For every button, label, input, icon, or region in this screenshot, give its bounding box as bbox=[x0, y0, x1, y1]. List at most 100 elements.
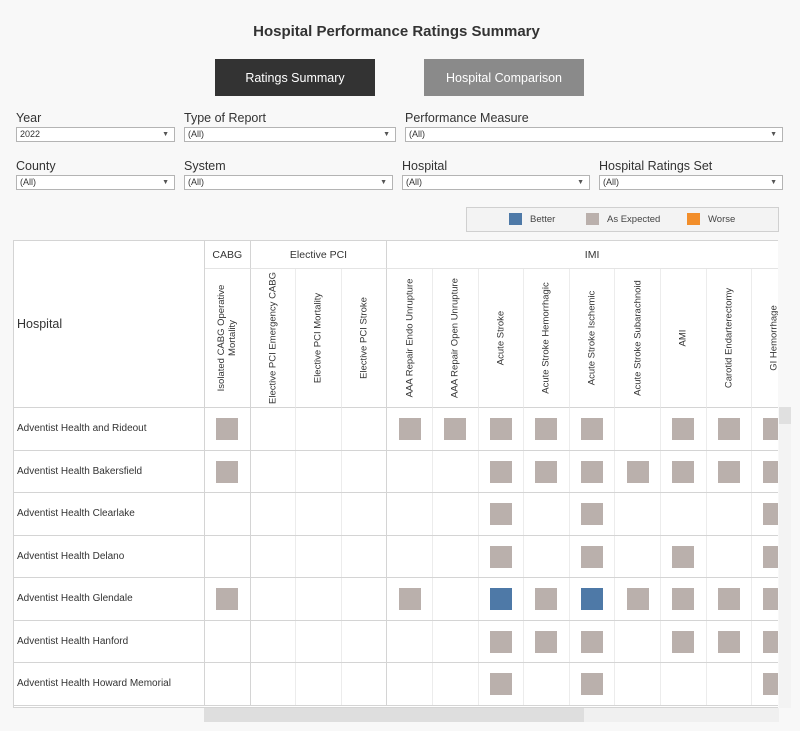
rating-cell bbox=[615, 620, 661, 662]
rating-cell bbox=[661, 578, 707, 620]
rating-mark-as-expected[interactable] bbox=[535, 418, 558, 440]
rating-cell bbox=[524, 450, 570, 492]
rating-cell bbox=[387, 578, 433, 620]
rating-mark-as-expected[interactable] bbox=[489, 545, 512, 568]
rating-cell bbox=[524, 408, 570, 450]
rating-mark-as-expected[interactable] bbox=[581, 630, 604, 653]
column-header-ami[interactable]: AMI bbox=[661, 269, 707, 408]
rating-mark-as-expected[interactable] bbox=[763, 630, 778, 653]
rating-mark-as-expected[interactable] bbox=[581, 460, 604, 483]
rating-mark-as-expected[interactable] bbox=[581, 503, 604, 525]
rating-mark-as-expected[interactable] bbox=[717, 630, 740, 653]
column-header-elective-pci-mortality[interactable]: Elective PCI Mortality bbox=[296, 269, 342, 408]
year-filter: Year 2022 ▼ bbox=[16, 111, 175, 142]
column-header-acute-stroke-hemorrhagic[interactable]: Acute Stroke Hemorrhagic bbox=[524, 269, 570, 408]
rating-cell bbox=[387, 493, 433, 535]
column-header-aaa-repair-open-unrupture[interactable]: AAA Repair Open Unrupture bbox=[433, 269, 479, 408]
column-header-acute-stroke-subarachnoid[interactable]: Acute Stroke Subarachnoid bbox=[615, 269, 661, 408]
vertical-scroll-thumb[interactable] bbox=[779, 407, 791, 424]
rating-mark-as-expected[interactable] bbox=[763, 503, 778, 525]
rating-cell bbox=[342, 535, 388, 577]
rating-mark-as-expected[interactable] bbox=[216, 418, 239, 440]
tab-hospital-comparison[interactable]: Hospital Comparison bbox=[424, 59, 584, 96]
rating-cell bbox=[570, 450, 616, 492]
hospital-select[interactable]: (All) ▼ bbox=[402, 175, 590, 190]
legend-item-as-expected[interactable]: As Expected bbox=[586, 213, 660, 225]
column-header-elective-pci-emergency-cabg[interactable]: Elective PCI Emergency CABG bbox=[250, 269, 297, 408]
hospital-name[interactable]: Adventist Health Glendale bbox=[14, 578, 205, 620]
legend-item-worse[interactable]: Worse bbox=[687, 213, 735, 225]
rating-mark-as-expected[interactable] bbox=[672, 418, 695, 440]
year-select[interactable]: 2022 ▼ bbox=[16, 127, 175, 142]
rating-mark-as-expected[interactable] bbox=[489, 460, 512, 483]
rating-mark-as-expected[interactable] bbox=[489, 630, 512, 653]
rating-mark-as-expected[interactable] bbox=[489, 418, 512, 440]
rating-mark-as-expected[interactable] bbox=[398, 418, 421, 440]
rating-cell bbox=[387, 408, 433, 450]
legend-item-better[interactable]: Better bbox=[509, 213, 555, 225]
rating-mark-as-expected[interactable] bbox=[444, 418, 467, 440]
rating-mark-as-expected[interactable] bbox=[717, 418, 740, 440]
rating-mark-as-expected[interactable] bbox=[581, 673, 604, 695]
rating-cell bbox=[661, 620, 707, 662]
rating-mark-as-expected[interactable] bbox=[489, 673, 512, 695]
hospital-name[interactable]: Adventist Health Howard Memorial bbox=[14, 663, 205, 705]
rating-mark-better[interactable] bbox=[489, 588, 512, 610]
column-header-aaa-repair-endo-unrupture[interactable]: AAA Repair Endo Unrupture bbox=[387, 269, 433, 408]
horizontal-scrollbar[interactable] bbox=[204, 708, 779, 722]
rating-mark-as-expected[interactable] bbox=[489, 503, 512, 525]
hospital-name[interactable]: Adventist Health Bakersfield bbox=[14, 450, 205, 492]
column-header-label: GI Hemorrhage bbox=[768, 305, 778, 371]
column-header-elective-pci-stroke[interactable]: Elective PCI Stroke bbox=[341, 269, 388, 408]
rating-mark-as-expected[interactable] bbox=[535, 588, 558, 610]
column-header-gi-hemorrhage[interactable]: GI Hemorrhage bbox=[752, 269, 778, 408]
rating-cell bbox=[342, 408, 388, 450]
rating-mark-as-expected[interactable] bbox=[398, 588, 421, 610]
rating-mark-as-expected[interactable] bbox=[763, 673, 778, 695]
rating-cell bbox=[707, 408, 753, 450]
tab-ratings-summary[interactable]: Ratings Summary bbox=[215, 59, 375, 96]
column-header-label: Acute Stroke bbox=[495, 310, 507, 366]
rating-mark-as-expected[interactable] bbox=[763, 545, 778, 568]
hospital-ratings-set-select[interactable]: (All) ▼ bbox=[599, 175, 783, 190]
rating-mark-better[interactable] bbox=[581, 588, 604, 610]
rating-mark-as-expected[interactable] bbox=[626, 460, 649, 483]
rating-mark-as-expected[interactable] bbox=[672, 460, 695, 483]
rating-mark-as-expected[interactable] bbox=[216, 460, 239, 483]
rating-cell bbox=[387, 663, 433, 705]
county-select[interactable]: (All) ▼ bbox=[16, 175, 175, 190]
horizontal-scroll-thumb[interactable] bbox=[204, 708, 584, 722]
rating-mark-as-expected[interactable] bbox=[672, 588, 695, 610]
type-of-report-select[interactable]: (All) ▼ bbox=[184, 127, 396, 142]
column-header-acute-stroke-ischemic[interactable]: Acute Stroke Ischemic bbox=[569, 269, 616, 408]
rating-mark-as-expected[interactable] bbox=[216, 588, 239, 610]
system-select[interactable]: (All) ▼ bbox=[184, 175, 393, 190]
rating-mark-as-expected[interactable] bbox=[535, 630, 558, 653]
rating-cell bbox=[707, 450, 753, 492]
rating-cell bbox=[524, 620, 570, 662]
rating-cell bbox=[524, 493, 570, 535]
rating-mark-as-expected[interactable] bbox=[763, 460, 778, 483]
rating-mark-as-expected[interactable] bbox=[581, 545, 604, 568]
rating-mark-as-expected[interactable] bbox=[672, 545, 695, 568]
performance-measure-select[interactable]: (All) ▼ bbox=[405, 127, 783, 142]
hospital-name[interactable]: Adventist Health Clearlake bbox=[14, 493, 205, 535]
chevron-down-icon: ▼ bbox=[162, 131, 169, 138]
hospital-name[interactable]: Adventist Health Delano bbox=[14, 535, 205, 577]
rating-mark-as-expected[interactable] bbox=[581, 418, 604, 440]
vertical-scrollbar[interactable] bbox=[779, 407, 791, 708]
rating-mark-as-expected[interactable] bbox=[763, 418, 778, 440]
hospital-name[interactable]: Adventist Health and Rideout bbox=[14, 408, 205, 450]
table-row: Adventist Health Delano bbox=[14, 535, 778, 578]
rating-mark-as-expected[interactable] bbox=[717, 588, 740, 610]
rating-mark-as-expected[interactable] bbox=[535, 460, 558, 483]
hospital-name[interactable]: Adventist Health Hanford bbox=[14, 620, 205, 662]
column-header-carotid-endarterectomy[interactable]: Carotid Endarterectomy bbox=[706, 269, 753, 408]
column-header-isolated-cabg-operative-mortality[interactable]: Isolated CABG Operative Mortality bbox=[205, 269, 251, 408]
rating-mark-as-expected[interactable] bbox=[626, 588, 649, 610]
rating-mark-as-expected[interactable] bbox=[717, 460, 740, 483]
column-header-acute-stroke[interactable]: Acute Stroke bbox=[478, 269, 525, 408]
rating-mark-as-expected[interactable] bbox=[763, 588, 778, 610]
hospital-column-header: Hospital bbox=[14, 241, 205, 408]
rating-mark-as-expected[interactable] bbox=[672, 630, 695, 653]
